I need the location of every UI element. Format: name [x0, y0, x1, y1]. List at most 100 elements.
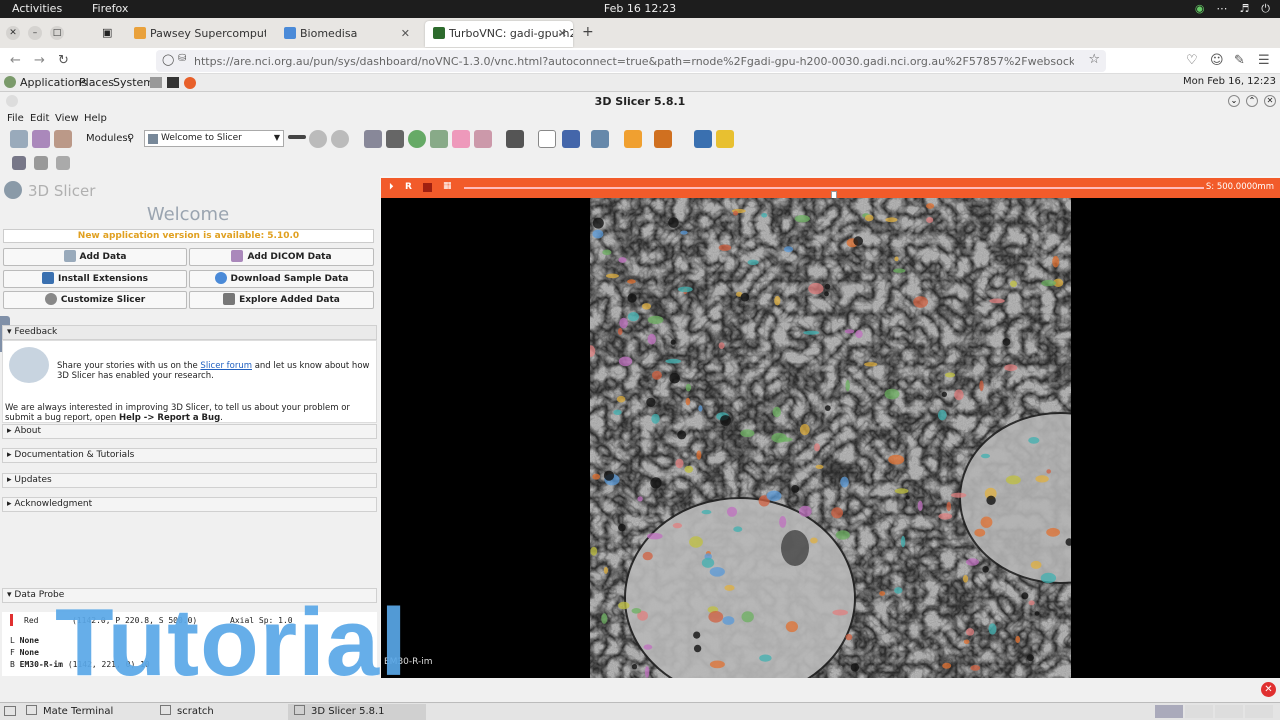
grid-layout-icon[interactable]: ▦	[443, 181, 452, 191]
minimize-icon[interactable]: ⌄	[1228, 95, 1240, 107]
url-bar[interactable]: ◯ ⛁ https://are.nci.org.au/pun/sys/dashb…	[156, 50, 1106, 72]
download-sample-button[interactable]: Download Sample Data	[189, 270, 374, 288]
mate-menu-places[interactable]: Places	[79, 76, 114, 89]
magnifier-icon[interactable]	[56, 156, 70, 170]
close-window-icon[interactable]: ✕	[6, 26, 20, 40]
tab-overview-icon[interactable]: ▣	[102, 26, 112, 39]
system-tray[interactable]: ◉ ⋯ ♬ ⏻	[1195, 2, 1270, 16]
menu-file[interactable]: File	[7, 113, 24, 124]
organelle-blob	[779, 516, 787, 528]
workspace-1[interactable]	[1155, 705, 1183, 718]
workspace-2[interactable]	[1185, 705, 1213, 718]
app-menu[interactable]: Firefox	[92, 2, 128, 15]
minimize-window-icon[interactable]: –	[28, 26, 42, 40]
mate-menu-system[interactable]: System	[113, 76, 154, 89]
previous-module-icon[interactable]	[309, 130, 327, 148]
module-search-icon[interactable]: ⚲	[127, 133, 134, 144]
forward-icon[interactable]: →	[34, 53, 45, 68]
mate-logo-icon[interactable]	[4, 76, 16, 88]
load-data-icon[interactable]	[10, 130, 28, 148]
shield-icon[interactable]: ◯	[162, 53, 174, 66]
show-desktop-icon[interactable]	[4, 706, 16, 716]
place-fiducial-icon[interactable]	[624, 130, 642, 148]
tab-pawsey[interactable]: Pawsey Supercomputing	[126, 21, 266, 47]
docs-section[interactable]: ▸ Documentation & Tutorials	[2, 448, 377, 463]
screenshot-icon[interactable]	[12, 156, 26, 170]
transforms-module-icon[interactable]	[430, 130, 448, 148]
slicer-forum-link[interactable]: Slicer forum	[200, 361, 252, 371]
segment-editor-icon[interactable]	[474, 130, 492, 148]
new-tab-icon[interactable]: +	[582, 24, 594, 40]
gnome-top-bar: Activities Firefox Feb 16 12:23 ◉ ⋯ ♬ ⏻	[0, 0, 1280, 18]
extensions-icon[interactable]: ✎	[1234, 53, 1245, 68]
install-extensions-button[interactable]: Install Extensions	[3, 270, 187, 288]
add-data-button[interactable]: Add Data	[3, 248, 187, 266]
models-module-icon[interactable]	[408, 130, 426, 148]
firefox-launcher-icon[interactable]	[184, 77, 196, 89]
about-section[interactable]: ▸ About	[2, 424, 377, 439]
view-link-icon[interactable]	[591, 130, 609, 148]
restore-window-icon[interactable]: □	[50, 26, 64, 40]
acknowledgment-section[interactable]: ▸ Acknowledgment	[2, 497, 377, 512]
next-module-icon[interactable]	[331, 130, 349, 148]
url-text[interactable]: https://are.nci.org.au/pun/sys/dashboard…	[194, 55, 1074, 68]
reload-icon[interactable]: ↻	[58, 53, 69, 68]
file-manager-icon[interactable]	[150, 77, 162, 88]
window-menu-icon[interactable]	[6, 95, 18, 107]
bookmark-star-icon[interactable]: ☆	[1088, 52, 1100, 67]
error-log-icon[interactable]: ✕	[1261, 682, 1276, 697]
link-icon[interactable]	[423, 183, 432, 192]
save-icon[interactable]	[54, 130, 72, 148]
close-icon[interactable]: ✕	[1264, 95, 1276, 107]
task-mate-terminal[interactable]: Mate Terminal	[20, 704, 152, 720]
em-slice-image[interactable]	[590, 198, 1071, 678]
mate-clock[interactable]: Mon Feb 16, 12:23	[1183, 76, 1276, 87]
markups-toolbar-icon[interactable]	[654, 130, 672, 148]
markups-module-icon[interactable]	[452, 130, 470, 148]
menu-edit[interactable]: Edit	[30, 113, 49, 124]
extension-manager-icon[interactable]	[694, 130, 712, 148]
organelle-blob	[879, 591, 886, 596]
workspace-4[interactable]	[1245, 705, 1273, 718]
task-3d-slicer[interactable]: 3D Slicer 5.8.1	[288, 704, 426, 720]
add-dicom-button[interactable]: Add DICOM Data	[189, 248, 374, 266]
tab-biomedisa[interactable]: Biomedisa ✕	[276, 21, 416, 47]
workspace-3[interactable]	[1215, 705, 1243, 718]
feedback-section[interactable]: ▾ Feedback	[2, 325, 377, 340]
maximize-icon[interactable]: ⌃	[1246, 95, 1258, 107]
organelle-blob	[803, 330, 820, 335]
mouse-mode-icon[interactable]	[538, 130, 556, 148]
activities-button[interactable]: Activities	[12, 2, 62, 15]
dcm-icon[interactable]	[32, 130, 50, 148]
menu-help[interactable]: Help	[84, 113, 107, 124]
scene-view-icon[interactable]	[34, 156, 48, 170]
close-tab-icon[interactable]: ✕	[401, 27, 410, 40]
layout-icon[interactable]	[506, 130, 524, 148]
crosshair-icon[interactable]	[562, 130, 580, 148]
module-history-icon[interactable]	[288, 135, 306, 139]
volumes-module-icon[interactable]	[386, 130, 404, 148]
mate-menu-applications[interactable]: Applications	[20, 76, 87, 89]
updates-section[interactable]: ▸ Updates	[2, 473, 377, 488]
update-notice[interactable]: New application version is available: 5.…	[3, 229, 374, 243]
menu-icon[interactable]: ☰	[1258, 53, 1270, 68]
python-console-icon[interactable]	[716, 130, 734, 148]
android-icon[interactable]: ◉	[1195, 2, 1205, 16]
data-module-icon[interactable]	[364, 130, 382, 148]
back-icon[interactable]: ←	[10, 53, 21, 68]
tab-turbovnc[interactable]: TurboVNC: gadi-gpu-h20 ✕	[425, 21, 573, 47]
customize-slicer-button[interactable]: Customize Slicer	[3, 291, 187, 309]
terminal-icon[interactable]	[167, 77, 179, 88]
account-icon[interactable]: ☺	[1210, 53, 1224, 68]
dark-vesicle	[669, 372, 680, 384]
pocket-icon[interactable]: ♡	[1186, 53, 1198, 68]
system-clock[interactable]: Feb 16 12:23	[0, 2, 1280, 15]
explore-data-button[interactable]: Explore Added Data	[189, 291, 374, 309]
module-selector[interactable]: Welcome to Slicer ▼	[144, 130, 284, 147]
lock-icon[interactable]: ⛁	[178, 53, 186, 64]
menu-view[interactable]: View	[55, 113, 79, 124]
slice-offset-slider[interactable]	[464, 187, 1204, 202]
close-tab-icon[interactable]: ✕	[558, 27, 567, 40]
pin-icon[interactable]: ⏵	[389, 182, 394, 192]
task-scratch[interactable]: scratch	[154, 704, 286, 720]
